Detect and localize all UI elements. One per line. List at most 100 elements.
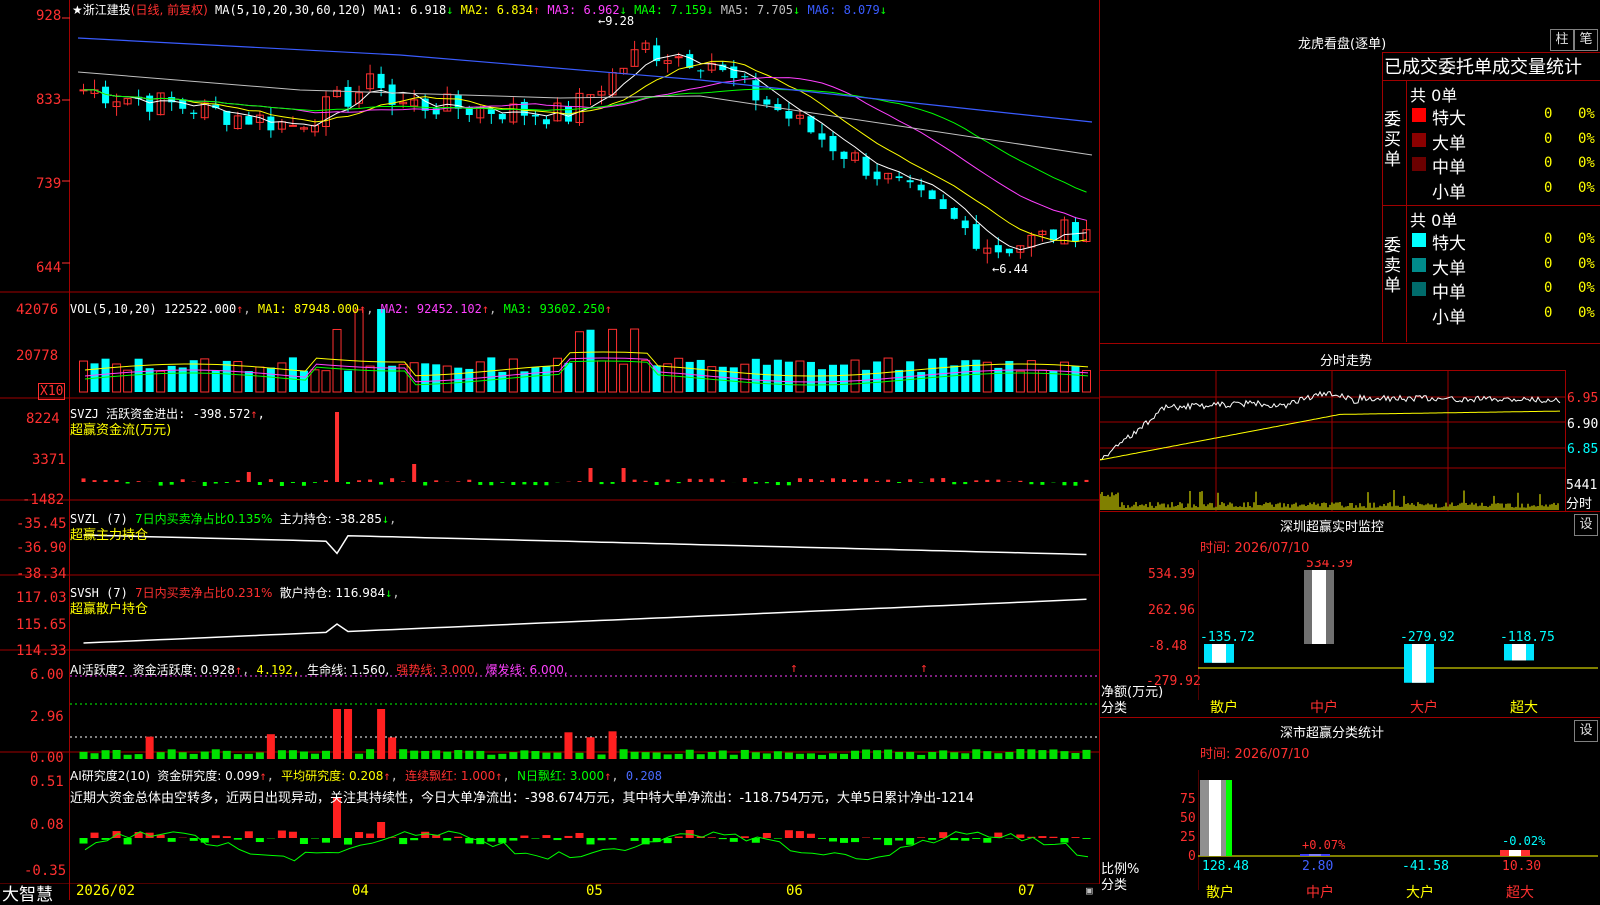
candle-body-down (1006, 249, 1013, 253)
volume-bar-up (399, 364, 407, 392)
ai-research-comment: 近期大资金总体由空转多，近两日出现异动，关注其持续性，今日大单净流出：-398.… (70, 787, 1098, 806)
ai-active-bar (1060, 751, 1068, 759)
stroke-mode-button[interactable]: 笔 (1574, 29, 1598, 51)
sell-rows-row: 大单00% (1410, 254, 1598, 276)
ai-active-axis-1: 6.00 (30, 667, 64, 683)
ai-active-bar (873, 750, 881, 759)
ai-active-bar (895, 752, 903, 759)
svzj-bar (864, 479, 868, 482)
classify-category-label: 中户 (1306, 882, 1334, 902)
ai-active-bar (840, 754, 848, 759)
svzj-bar (589, 468, 593, 482)
svzj-bar (919, 482, 923, 483)
svzj-bar (401, 481, 405, 482)
ai-active-bar (1005, 752, 1013, 759)
svzj-bar (302, 482, 306, 486)
ai-research-bar (190, 838, 198, 841)
classify-settings-button[interactable]: 设 (1574, 720, 1598, 742)
ai-research-bar (300, 838, 308, 844)
ai-active-bar (598, 754, 606, 759)
classify-value-label: 128.48 (1202, 859, 1249, 874)
classify-axis-1: 75 (1180, 792, 1196, 807)
dragon-tiger-title: 龙虎看盘(逐单) (1298, 33, 1386, 52)
order-count: 0 (1544, 280, 1552, 296)
ai-active-bar (752, 752, 760, 759)
svzj-bar (1062, 482, 1066, 485)
volume-bar-down (146, 368, 154, 392)
ai-active-bar (487, 755, 495, 759)
order-size-label: 特大 (1432, 229, 1466, 254)
ai-research-bar (708, 837, 716, 838)
candle-body-down (488, 109, 495, 114)
candle-body-down (807, 116, 814, 132)
order-count: 0 (1544, 180, 1552, 196)
ai-research-bar (223, 836, 231, 838)
ai-research-bar (807, 834, 815, 838)
ai-research-bar (553, 838, 561, 840)
svzj-axis-1: 8224 (26, 411, 60, 427)
candle-body-down (841, 152, 848, 159)
order-pct: 0% (1578, 305, 1595, 321)
monitor-axis-2: 262.96 (1148, 603, 1195, 618)
ai-active-bar (355, 754, 363, 759)
candle-body-down (499, 114, 506, 119)
svzj-bar (522, 482, 526, 484)
volume-bar-up (620, 364, 628, 392)
svzj-bar (743, 478, 747, 482)
ai-active-bar (399, 749, 407, 759)
svsh-ratio: 7日内买卖净占比0.231% (135, 586, 272, 600)
volume-bar-up (741, 364, 749, 392)
volume-bar-down (961, 360, 969, 392)
volume-bar-down (730, 367, 738, 392)
ai-active-bar (719, 750, 727, 759)
classify-change-label: +0.07% (1302, 838, 1345, 852)
ai-active-bar (388, 737, 396, 759)
ai-active-bar (190, 754, 198, 759)
main-chart-svg[interactable]: ↑↑ (0, 0, 1100, 884)
ai-research-axis-1: 0.51 (30, 774, 64, 790)
ai-active-bar (994, 753, 1002, 759)
ai-active-bar (884, 750, 892, 759)
classify-bar-散户 (1200, 780, 1232, 856)
monitor-bar-highlight (1512, 644, 1526, 660)
ai-research-bar (564, 836, 572, 838)
legend-swatch (1412, 233, 1426, 247)
svzj-subtitle: 超赢资金流(万元) (70, 419, 171, 438)
ai-research-bar (542, 835, 550, 838)
ai-research-bar (829, 838, 837, 841)
bar-mode-button[interactable]: 柱 (1550, 29, 1574, 51)
svzj-bar (489, 482, 493, 485)
monitor-settings-button[interactable]: 设 (1574, 514, 1598, 536)
ai-research-axis-2: 0.08 (30, 817, 64, 833)
order-count: 0 (1544, 256, 1552, 272)
svzj-bar (225, 482, 229, 483)
order-size-label: 大单 (1432, 129, 1466, 154)
svzj-bar (269, 479, 273, 482)
ai-research-bar (928, 838, 936, 840)
candle-body-down (995, 245, 1002, 252)
volume-bar-down (179, 367, 187, 392)
ai-active-bar (256, 752, 264, 759)
ai-active-bar (531, 751, 539, 759)
lock-icon[interactable]: ▣ (1086, 884, 1093, 897)
candle-body-down (730, 66, 737, 78)
intraday-chart-svg[interactable] (1100, 370, 1566, 512)
svzj-bar (247, 472, 251, 482)
volume-bar-up (631, 329, 639, 392)
order-count: 0 (1544, 131, 1552, 147)
brand-label[interactable]: 大智慧 (2, 880, 53, 905)
candle-body-down (389, 85, 396, 105)
svzj-bar (787, 482, 791, 485)
ai-research-bar (234, 838, 242, 840)
volume-value: 122522.000 (164, 302, 236, 316)
ai-research-bar (520, 836, 528, 838)
candle-body-down (245, 116, 252, 125)
ai-active-bar (917, 755, 925, 759)
ai-active-bar (223, 751, 231, 759)
candle-body-down (741, 76, 748, 77)
ai-active-bar (498, 754, 506, 759)
svzj-bar (82, 478, 86, 482)
classify-category-label: 超大 (1506, 882, 1534, 902)
monitor-cat-label: 分类 (1101, 697, 1127, 716)
order-size-label: 小单 (1432, 178, 1466, 203)
